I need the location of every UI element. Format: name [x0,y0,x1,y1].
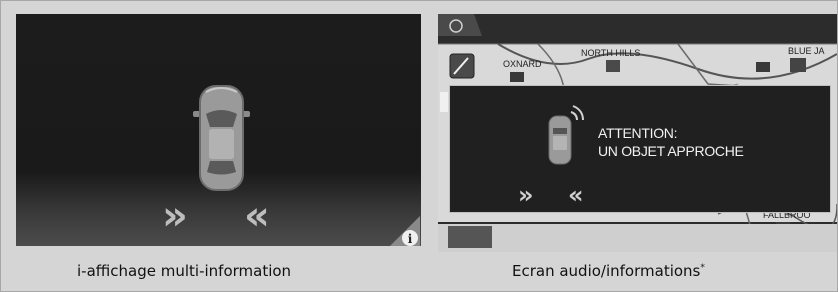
map-label-oxnard: OXNARD [503,59,542,69]
right-side-arrow: « [244,193,270,239]
svg-text:i: i [408,232,413,246]
info-icon: i [390,216,420,246]
caption-multi-information: i-affichage multi-information [77,262,292,280]
left-side-arrow: » [162,193,188,239]
warning-title: ATTENTION: [598,125,678,141]
left-side-arrow: » [518,181,534,209]
proximity-warning-popup: ATTENTION: UN OBJET APPROCHE » « [449,85,831,213]
caption-footnote-mark: * [700,263,705,273]
caption-audio-information: Ecran audio/informations* [512,262,705,280]
audio-information-screen: OXNARD NORTH HILLS BLUE JA FALLBROO ATTE… [438,14,837,252]
multi-information-display: » « i [16,14,421,246]
caption-audio-text: Ecran audio/informations [512,262,701,280]
warning-message: UN OBJET APPROCHE [598,143,744,159]
map-label-north-hills: NORTH HILLS [581,48,641,58]
car-top-view-icon [193,85,250,191]
right-side-arrow: « [568,181,584,209]
car-with-sensor-icon [548,105,584,165]
figure-frame: » « i OXNARD NORTH HILLS BLUE JA FALLBRO… [0,0,838,292]
map-label-blue-ja: BLUE JA [788,46,825,56]
